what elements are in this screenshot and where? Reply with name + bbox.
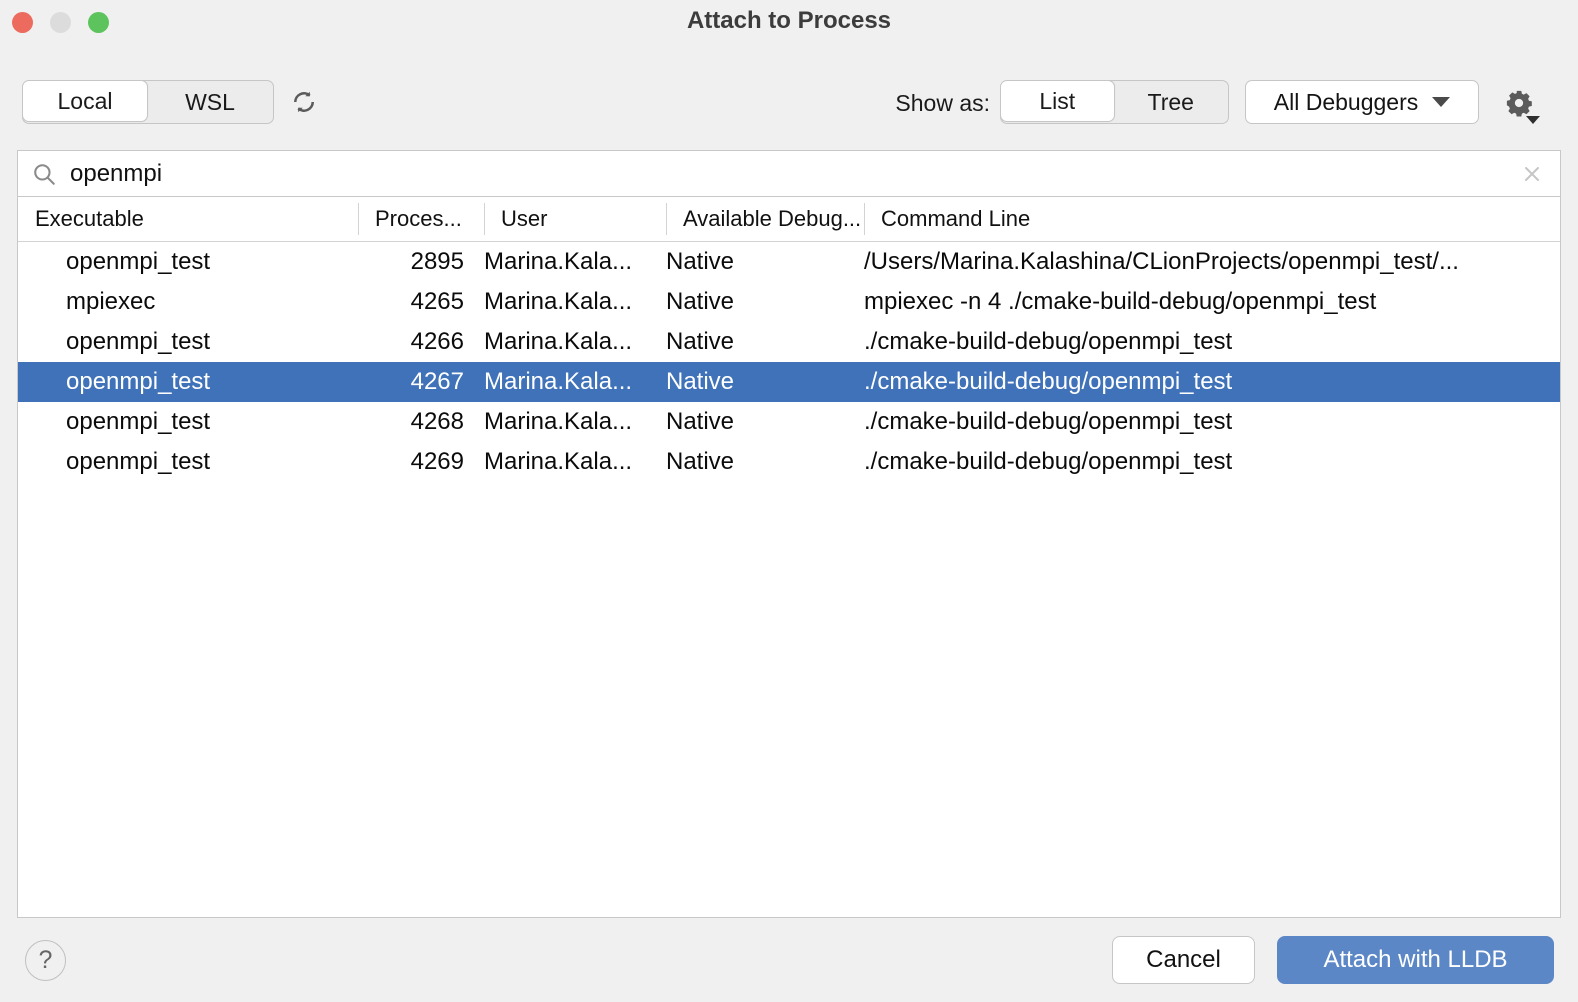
cell-user: Marina.Kala...: [484, 402, 654, 442]
table-row[interactable]: openmpi_test2895 Marina.Kala... Native/Use…: [18, 242, 1560, 282]
cell-executable: openmpi_test: [66, 242, 366, 282]
table-row[interactable]: mpiexec4265 Marina.Kala... Nativempiexec -…: [18, 282, 1560, 322]
table-header: Executable Proces... User Available Debu…: [18, 197, 1560, 242]
table-row[interactable]: openmpi_test4267 Marina.Kala... Native./cm…: [18, 362, 1560, 402]
cell-executable: openmpi_test: [66, 442, 366, 482]
show-as-label: Show as:: [895, 90, 990, 117]
column-header-pid[interactable]: Proces...: [358, 197, 484, 241]
tab-wsl[interactable]: WSL: [147, 81, 273, 123]
cell-pid: 4269: [358, 442, 464, 482]
table-row[interactable]: openmpi_test4268 Marina.Kala... Native./cm…: [18, 402, 1560, 442]
cell-command-line: ./cmake-build-debug/openmpi_test: [864, 362, 1554, 402]
cell-command-line: ./cmake-build-debug/openmpi_test: [864, 402, 1554, 442]
column-divider[interactable]: [484, 203, 485, 235]
settings-button[interactable]: [1500, 86, 1538, 124]
cell-pid: 4268: [358, 402, 464, 442]
column-header-debugger[interactable]: Available Debug...: [666, 197, 864, 241]
cell-debugger: Native: [666, 402, 856, 442]
cell-debugger: Native: [666, 442, 856, 482]
cell-debugger: Native: [666, 282, 856, 322]
tab-tree[interactable]: Tree: [1114, 81, 1229, 123]
help-button[interactable]: ?: [25, 940, 66, 981]
table-row[interactable]: openmpi_test4266 Marina.Kala... Native./cm…: [18, 322, 1560, 362]
cell-pid: 4265: [358, 282, 464, 322]
column-header-executable[interactable]: Executable: [18, 197, 358, 241]
cell-pid: 4267: [358, 362, 464, 402]
cancel-button[interactable]: Cancel: [1112, 936, 1255, 984]
cell-debugger: Native: [666, 362, 856, 402]
column-header-user[interactable]: User: [484, 197, 666, 241]
cell-pid: 2895: [358, 242, 464, 282]
column-header-command-line[interactable]: Command Line: [864, 197, 1560, 241]
tab-list[interactable]: List: [1000, 80, 1115, 122]
dialog-footer: ? Cancel Attach with LLDB: [0, 918, 1578, 1002]
cell-user: Marina.Kala...: [484, 282, 654, 322]
process-rows: openmpi_test2895Marina.Kala...Native/Use…: [18, 242, 1560, 482]
cell-executable: openmpi_test: [66, 362, 366, 402]
gear-dropdown-caret-icon: [1526, 116, 1540, 124]
cell-command-line: mpiexec -n 4 ./cmake-build-debug/openmpi…: [864, 282, 1554, 322]
view-mode-selector: List Tree: [1000, 80, 1229, 124]
search-bar: [17, 150, 1561, 196]
cell-command-line: /Users/Marina.Kalashina/CLionProjects/op…: [864, 242, 1554, 282]
toolbar: Local WSL Show as: List Tree All Debugge…: [0, 80, 1578, 140]
window-title: Attach to Process: [0, 7, 1578, 35]
cell-user: Marina.Kala...: [484, 322, 654, 362]
attach-with-lldb-button[interactable]: Attach with LLDB: [1277, 936, 1554, 984]
cell-command-line: ./cmake-build-debug/openmpi_test: [864, 442, 1554, 482]
source-selector: Local WSL: [22, 80, 274, 124]
cell-pid: 4266: [358, 322, 464, 362]
cell-user: Marina.Kala...: [484, 442, 654, 482]
table-row[interactable]: openmpi_test4269 Marina.Kala... Native./cm…: [18, 442, 1560, 482]
cell-executable: openmpi_test: [66, 322, 366, 362]
refresh-button[interactable]: [288, 88, 320, 120]
cell-debugger: Native: [666, 242, 856, 282]
cell-executable: openmpi_test: [66, 402, 366, 442]
tab-local[interactable]: Local: [22, 80, 148, 122]
search-icon: [18, 161, 70, 187]
cell-user: Marina.Kala...: [484, 242, 654, 282]
search-input[interactable]: [70, 160, 1504, 188]
title-bar: Attach to Process: [0, 0, 1578, 44]
chevron-down-icon: [1432, 97, 1450, 107]
cell-user: Marina.Kala...: [484, 362, 654, 402]
debugger-filter-value: All Debuggers: [1274, 89, 1418, 116]
cell-command-line: ./cmake-build-debug/openmpi_test: [864, 322, 1554, 362]
column-divider[interactable]: [358, 203, 359, 235]
column-divider[interactable]: [666, 203, 667, 235]
close-icon: [1520, 162, 1544, 186]
cell-debugger: Native: [666, 322, 856, 362]
clear-search-button[interactable]: [1504, 162, 1560, 186]
refresh-icon: [290, 88, 318, 121]
debugger-filter-dropdown[interactable]: All Debuggers: [1245, 80, 1479, 124]
cell-executable: mpiexec: [66, 282, 366, 322]
process-list-panel: Executable Proces... User Available Debu…: [17, 196, 1561, 918]
column-divider[interactable]: [864, 203, 865, 235]
